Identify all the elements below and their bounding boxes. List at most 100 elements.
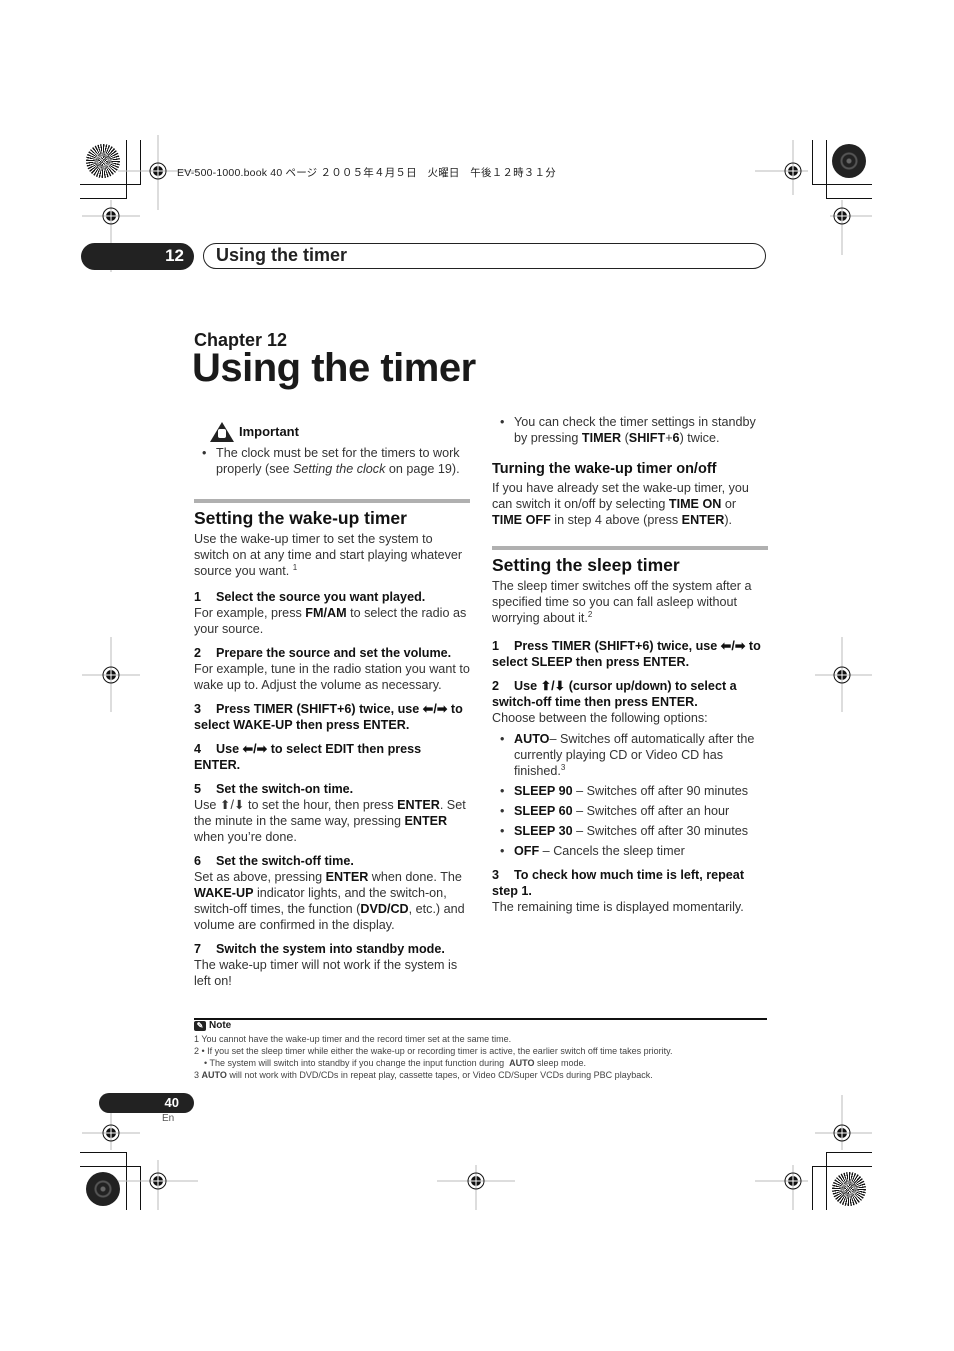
step-number: 5 (194, 782, 202, 796)
key-name: SHIFT (628, 431, 666, 445)
text: The sleep timer switches off the system … (492, 579, 752, 625)
key-name: TIMER (581, 431, 622, 445)
step-number: 4 (194, 742, 202, 756)
crop-mark (80, 1166, 141, 1167)
text: Press TIMER (SHIFT+6) twice, use ⬅/➡ to … (194, 702, 463, 732)
cross-reference-link[interactable]: Setting the clock (293, 462, 385, 476)
footnote-2b: • The system will switch into standby if… (194, 1057, 769, 1069)
language-code: En (162, 1113, 175, 1124)
footnote-1: 1 You cannot have the wake-up timer and … (194, 1034, 512, 1044)
step-heading: 7 Switch the system into standby mode. (194, 941, 470, 957)
starburst-mark-icon (832, 1172, 866, 1206)
crop-mark (826, 140, 827, 198)
chapter-number-badge: 12 (81, 243, 194, 270)
text: Set the switch-on time. (216, 782, 354, 796)
step-heading: 2 Prepare the source and set the volume. (194, 645, 470, 661)
text: when you’re done. (194, 830, 297, 844)
key-name: ENTER (325, 870, 369, 884)
running-header-title: Using the timer (203, 243, 766, 269)
step-number: 1 (492, 639, 500, 653)
important-list: The clock must be set for the timers to … (194, 445, 470, 477)
section-title-wakeup: Setting the wake-up timer (194, 508, 407, 528)
crop-mark (126, 1152, 127, 1210)
print-info: EV-500-1000.book 40 ページ ２００５年４月５日 火曜日 午後… (177, 167, 556, 179)
key-name: WAKE-UP (194, 886, 254, 900)
key-name: FM/AM (305, 606, 347, 620)
dark-disc-mark-icon (86, 1172, 120, 1206)
sleep-option: AUTO– Switches off automatically after t… (500, 731, 768, 779)
important-label: Important (239, 424, 299, 439)
text: Use ⬅/➡ to select EDIT then press ENTER. (194, 742, 422, 772)
step-number: 2 (194, 646, 202, 660)
option-desc: – Switches off automatically after the c… (514, 732, 755, 778)
text: on page 19). (385, 462, 460, 476)
step-heading: 3 Press TIMER (SHIFT+6) twice, use ⬅/➡ to… (194, 701, 470, 733)
step-number: 3 (194, 702, 202, 716)
step-heading: 2 Use ⬆/⬇ (cursor up/down) to select a sw… (492, 678, 768, 710)
section-title-sleep: Setting the sleep timer (492, 555, 680, 575)
footnote-ref[interactable]: 2 (588, 610, 592, 619)
check-tip: You can check the timer settings in stan… (500, 414, 768, 446)
step-number: 6 (194, 854, 202, 868)
sleep-option: SLEEP 30 – Switches off after 30 minutes (500, 823, 768, 839)
text: will not work with DVD/CDs in repeat pla… (226, 1070, 653, 1080)
step-heading: 5 Set the switch-on time. (194, 781, 470, 797)
crop-mark (812, 184, 872, 185)
sleep-option: SLEEP 90 – Switches off after 90 minutes (500, 783, 768, 799)
section-rule (492, 546, 768, 550)
crop-mark (812, 140, 813, 184)
sleep-options-list: AUTO– Switches off automatically after t… (492, 731, 768, 859)
important-text: The clock must be set for the timers to … (202, 445, 470, 477)
text: Use ⬆/⬇ to set the hour, then press (194, 798, 398, 812)
page-title: Using the timer (192, 346, 476, 390)
crop-mark (140, 1166, 141, 1210)
option-key: OFF (514, 844, 540, 858)
step-body: The wake-up timer will not work if the s… (194, 958, 458, 988)
step-number: 2 (492, 679, 500, 693)
text: To check how much time is left, repeat s… (492, 868, 745, 898)
page-number: 40 (99, 1093, 194, 1113)
option-key: SLEEP 60 (514, 804, 573, 818)
text: when done. The (368, 870, 462, 884)
key-name: 6 (672, 431, 680, 445)
option-desc: – Switches off after 30 minutes (572, 824, 749, 838)
text: Switch the system into standby mode. (216, 942, 445, 956)
step-heading: 1 Press TIMER (SHIFT+6) twice, use ⬅/➡ to… (492, 638, 768, 670)
crop-mark (80, 198, 127, 199)
starburst-mark-icon (86, 144, 120, 178)
footnote-ref[interactable]: 3 (561, 763, 565, 772)
right-column: You can check the timer settings in stan… (492, 414, 768, 915)
left-column: Important The clock must be set for the … (194, 422, 470, 989)
option-desc: – Switches off after an hour (572, 804, 730, 818)
key-name: TIME ON (668, 497, 722, 511)
step-body: For example, tune in the radio station y… (194, 662, 470, 692)
footnote-ref[interactable]: 1 (293, 563, 297, 572)
text: For example, press (194, 606, 306, 620)
step-body: Use ⬆/⬇ to set the hour, then press ENTE… (194, 797, 470, 845)
text: Use the wake-up timer to set the system … (194, 532, 463, 578)
option-desc: – Cancels the sleep timer (539, 844, 685, 858)
text: Set the switch-off time. (216, 854, 354, 868)
footnote-2a: 2 • If you set the sleep timer while eit… (194, 1046, 673, 1056)
note-heading: ✎ Note (194, 1020, 231, 1031)
text: Prepare the source and set the volume. (216, 646, 452, 660)
text: + (665, 431, 673, 445)
crop-mark (80, 184, 141, 185)
text: • The system will switch into standby if… (194, 1058, 510, 1068)
key-name: AUTO (201, 1070, 227, 1080)
section-rule (194, 499, 470, 503)
option-key: AUTO (514, 732, 550, 746)
crop-mark (812, 1166, 872, 1167)
sleep-intro: The sleep timer switches off the system … (492, 578, 768, 626)
text: in step 4 above (press (550, 513, 682, 527)
step-number: 3 (492, 868, 500, 882)
sleep-option: SLEEP 60 – Switches off after an hour (500, 803, 768, 819)
note-rule (194, 1018, 767, 1020)
step-body: For example, press FM/AM to select the r… (194, 605, 470, 637)
key-name: TIME OFF (492, 513, 551, 527)
crop-mark (140, 140, 141, 184)
text: or (721, 497, 737, 511)
option-desc: – Switches off after 90 minutes (572, 784, 749, 798)
sleep-option: OFF – Cancels the sleep timer (500, 843, 768, 859)
crop-mark (812, 1166, 813, 1210)
